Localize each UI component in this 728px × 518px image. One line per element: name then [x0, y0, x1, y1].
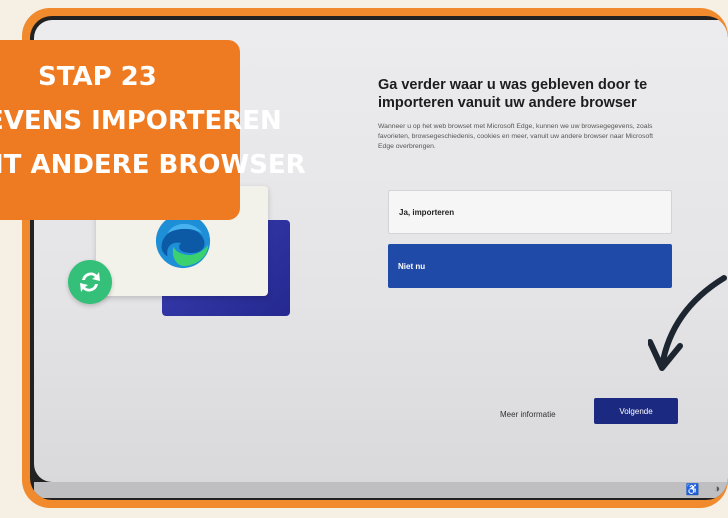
page-title: Ga verder waar u was gebleven door te im…: [378, 77, 648, 111]
option-import-label: Ja, importeren: [399, 207, 455, 217]
taskbar-icons: ♿ ◑: [686, 483, 720, 496]
arrow-icon: [648, 275, 727, 371]
next-button[interactable]: Volgende: [594, 398, 678, 424]
option-not-now-label: Niet nu: [398, 261, 426, 271]
option-not-now[interactable]: Niet nu: [388, 244, 672, 288]
option-import[interactable]: Ja, importeren: [388, 190, 672, 234]
network-icon[interactable]: ◑: [713, 483, 720, 496]
step-annotation-line2: evens importeren: [0, 106, 282, 136]
step-annotation-line3: it andere browser: [0, 150, 306, 180]
accessibility-icon[interactable]: ♿: [686, 483, 700, 496]
page-description: Wanneer u op het web browset met Microso…: [378, 123, 654, 150]
step-annotation: Stap 23 evens importeren it andere brows…: [0, 40, 306, 220]
next-button-label: Volgende: [619, 406, 653, 416]
more-info-link[interactable]: Meer informatie: [500, 410, 556, 419]
sync-icon: [68, 260, 112, 304]
setup-panel: Ga verder waar u was gebleven door te im…: [378, 76, 668, 152]
taskbar: [34, 482, 728, 498]
edge-logo-icon: [155, 213, 211, 269]
step-annotation-line1: Stap 23: [38, 62, 157, 92]
